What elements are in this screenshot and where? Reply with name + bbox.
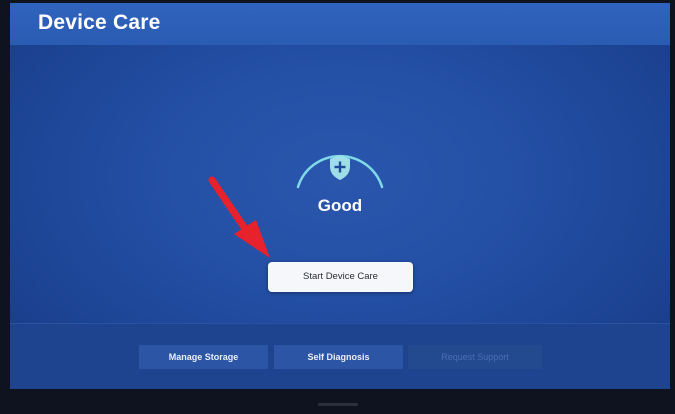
page-title: Device Care — [38, 11, 161, 34]
status-label: Good — [317, 196, 363, 215]
tv-screen: Device Care Good Start Device Care Manag… — [10, 3, 670, 389]
title-bar: Device Care — [10, 3, 670, 45]
red-arrow-icon — [208, 176, 270, 258]
manage-storage-button[interactable]: Manage Storage — [139, 345, 268, 369]
status-indicator: Good — [288, 121, 392, 231]
tv-stand-logo — [318, 403, 358, 406]
request-support-button[interactable]: Request Support — [408, 345, 542, 369]
start-device-care-button[interactable]: Start Device Care — [268, 262, 413, 292]
shield-plus-icon — [330, 155, 350, 180]
self-diagnosis-button[interactable]: Self Diagnosis — [274, 345, 403, 369]
